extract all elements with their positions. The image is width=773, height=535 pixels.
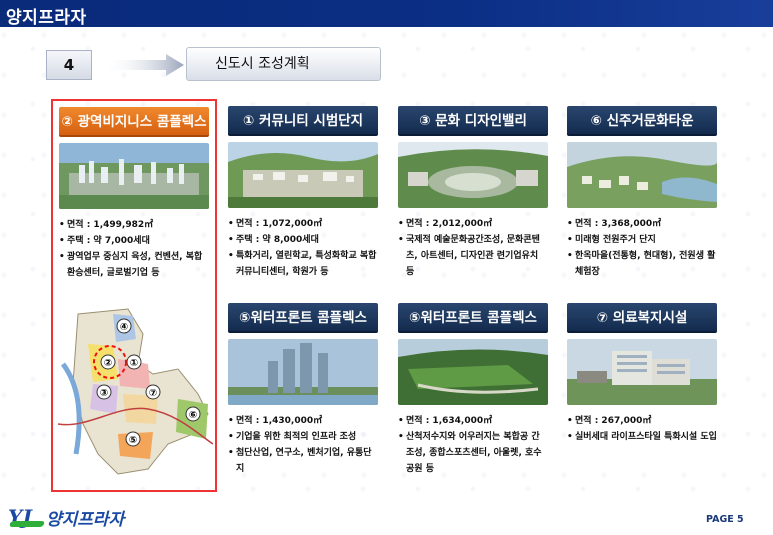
card-design-valley: ③ 문화 디자인밸리 면적 : 2,012,000㎡ 국제적 예술문화공간조성,… bbox=[398, 106, 548, 280]
list-item: 면적 : 1,499,982㎡ bbox=[59, 217, 209, 233]
featured-card-title: ② 광역비지니스 콤플렉스 bbox=[59, 107, 209, 137]
map-marker-4: ④ bbox=[116, 318, 132, 334]
card-title: ⑦ 의료복지시설 bbox=[567, 303, 717, 333]
bullet-list: 면적 : 3,368,000㎡ 미래형 전원주거 단지 한옥마을(전통형, 현대… bbox=[567, 216, 717, 280]
card-photo bbox=[398, 142, 548, 208]
card-waterfront-2: ⑤워터프론트 콤플렉스 면적 : 1,634,000㎡ 산척저수지와 어우러지는… bbox=[398, 303, 548, 477]
map-marker-3: ③ bbox=[96, 384, 112, 400]
card-photo bbox=[398, 339, 548, 405]
map-marker-1: ① bbox=[126, 354, 142, 370]
card-medical: ⑦ 의료복지시설 면적 : 267,000㎡ 실버세대 라이프스타일 특화시설 … bbox=[567, 303, 717, 445]
header-bar: 양지프라자 bbox=[0, 0, 773, 28]
card-photo bbox=[228, 142, 378, 208]
featured-highlight-box: ② 광역비지니스 콤플렉스 면적 : 1,499,982㎡ 주택 : 약 7,0… bbox=[51, 99, 217, 492]
map-marker-7: ⑦ bbox=[145, 384, 161, 400]
bullet-list: 면적 : 1,430,000㎡ 기업을 위한 최적의 인프라 조성 첨단산업, … bbox=[228, 413, 378, 477]
list-item: 기업을 위한 최적의 인프라 조성 bbox=[228, 429, 378, 445]
header-title: 양지프라자 bbox=[6, 8, 87, 28]
card-photo bbox=[228, 339, 378, 405]
card-title: ③ 문화 디자인밸리 bbox=[398, 106, 548, 136]
section-title: 신도시 조성계획 bbox=[186, 47, 381, 81]
svg-text:⑥: ⑥ bbox=[189, 410, 197, 421]
card-title: ⑤워터프론트 콤플렉스 bbox=[228, 303, 378, 333]
featured-card: ② 광역비지니스 콤플렉스 면적 : 1,499,982㎡ 주택 : 약 7,0… bbox=[59, 107, 209, 281]
section-tab: 4 신도시 조성계획 bbox=[46, 47, 381, 81]
svg-text:⑦: ⑦ bbox=[149, 388, 157, 399]
arrow-icon bbox=[104, 54, 184, 76]
list-item: 면적 : 1,430,000㎡ bbox=[228, 413, 378, 429]
list-item: 첨단산업, 연구소, 벤처기업, 유통단지 bbox=[228, 445, 378, 477]
list-item: 주택 : 약 7,000세대 bbox=[59, 233, 209, 249]
list-item: 특화거리, 열린학교, 특성화학교 복합커뮤니티센터, 학원가 등 bbox=[228, 248, 378, 280]
card-title: ⑤워터프론트 콤플렉스 bbox=[398, 303, 548, 333]
card-photo bbox=[567, 339, 717, 405]
bullet-list: 면적 : 1,634,000㎡ 산척저수지와 어우러지는 복합공 간 조성, 종… bbox=[398, 413, 548, 477]
list-item: 면적 : 3,368,000㎡ bbox=[567, 216, 717, 232]
map-marker-5: ⑤ bbox=[125, 431, 141, 447]
logo-swoosh-icon bbox=[8, 521, 46, 527]
company-logo: YJ 양지프라자 bbox=[8, 503, 138, 531]
list-item: 실버세대 라이프스타일 특화시설 도입 bbox=[567, 429, 717, 445]
card-residential-town: ⑥ 신주거문화타운 면적 : 3,368,000㎡ 미래형 전원주거 단지 한옥… bbox=[567, 106, 717, 280]
list-item: 미래형 전원주거 단지 bbox=[567, 232, 717, 248]
list-item: 산척저수지와 어우러지는 복합공 간 조성, 종합스포츠센터, 아울렛, 호수공… bbox=[398, 429, 548, 477]
featured-photo bbox=[59, 143, 209, 209]
list-item: 면적 : 267,000㎡ bbox=[567, 413, 717, 429]
section-number: 4 bbox=[46, 50, 92, 80]
list-item: 면적 : 2,012,000㎡ bbox=[398, 216, 548, 232]
svg-text:④: ④ bbox=[120, 322, 128, 333]
logo-text: 양지프라자 bbox=[46, 510, 125, 530]
svg-text:②: ② bbox=[104, 358, 112, 369]
list-item: 주택 : 약 8,000세대 bbox=[228, 232, 378, 248]
list-item: 광역업무 중심지 육성, 컨벤션, 복합환승센터, 글로벌기업 등 bbox=[59, 249, 209, 281]
svg-text:①: ① bbox=[130, 358, 138, 369]
list-item: 면적 : 1,634,000㎡ bbox=[398, 413, 548, 429]
bullet-list: 면적 : 267,000㎡ 실버세대 라이프스타일 특화시설 도입 bbox=[567, 413, 717, 445]
list-item: 한옥마을(전통형, 현대형), 전원생 활체험장 bbox=[567, 248, 717, 280]
list-item: 국제적 예술문화공간조성, 문화콘텐츠, 아트센터, 디자인관 련기업유치 등 bbox=[398, 232, 548, 280]
bullet-list: 면적 : 2,012,000㎡ 국제적 예술문화공간조성, 문화콘텐츠, 아트센… bbox=[398, 216, 548, 280]
list-item: 면적 : 1,072,000㎡ bbox=[228, 216, 378, 232]
card-community: ① 커뮤니티 시범단지 면적 : 1,072,000㎡ 주택 : 약 8,000… bbox=[228, 106, 378, 280]
svg-text:③: ③ bbox=[100, 388, 108, 399]
site-map: ④ ② ① ③ ⑦ ⑥ ⑤ bbox=[58, 304, 213, 486]
svg-text:⑤: ⑤ bbox=[129, 435, 137, 446]
card-title: ① 커뮤니티 시범단지 bbox=[228, 106, 378, 136]
card-photo bbox=[567, 142, 717, 208]
page-number: PAGE 5 bbox=[706, 514, 744, 525]
bullet-list: 면적 : 1,072,000㎡ 주택 : 약 8,000세대 특화거리, 열린학… bbox=[228, 216, 378, 280]
featured-bullet-list: 면적 : 1,499,982㎡ 주택 : 약 7,000세대 광역업무 중심지 … bbox=[59, 217, 209, 281]
map-marker-2: ② bbox=[100, 354, 116, 370]
card-title: ⑥ 신주거문화타운 bbox=[567, 106, 717, 136]
map-marker-6: ⑥ bbox=[185, 406, 201, 422]
card-waterfront-1: ⑤워터프론트 콤플렉스 면적 : 1,430,000㎡ 기업을 위한 최적의 인… bbox=[228, 303, 378, 477]
